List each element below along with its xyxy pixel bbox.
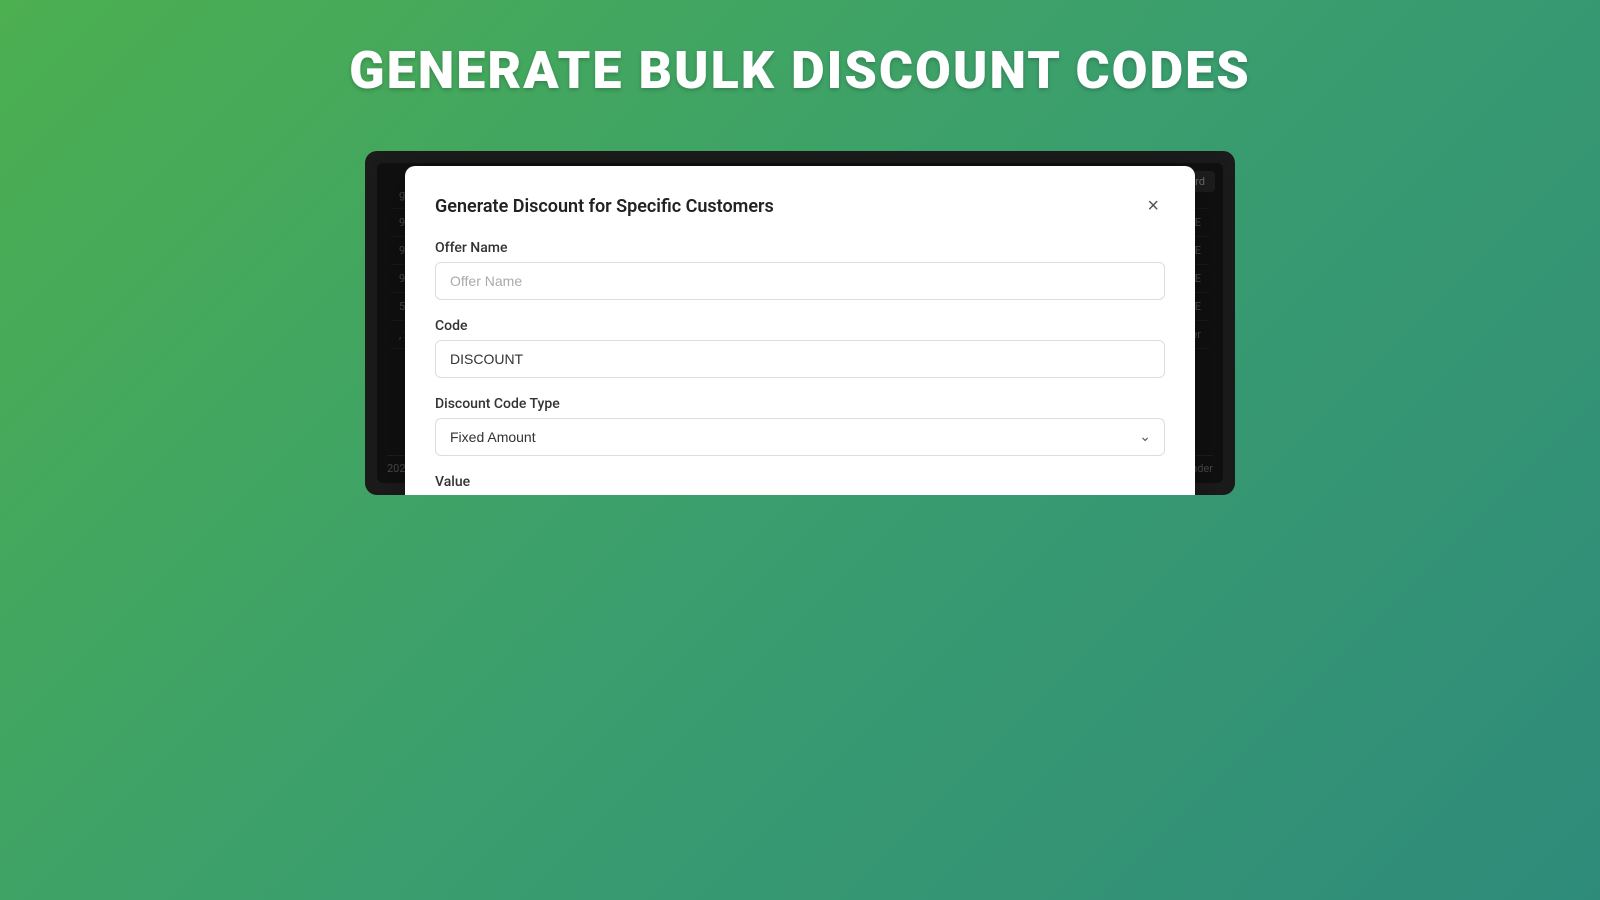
page-title: GENERATE BULK DISCOUNT CODES (349, 40, 1251, 101)
code-label: Code (435, 318, 1165, 334)
modal-header: Generate Discount for Specific Customers… (435, 194, 1165, 218)
discount-type-select-wrapper: Fixed Amount Percentage Free Shipping ⌄ (435, 418, 1165, 456)
code-input[interactable] (435, 340, 1165, 378)
modal-dialog: Generate Discount for Specific Customers… (405, 166, 1195, 495)
modal-close-button[interactable]: × (1141, 194, 1165, 218)
code-group: Code (435, 318, 1165, 378)
discount-type-group: Discount Code Type Fixed Amount Percenta… (435, 396, 1165, 456)
modal-overlay: Generate Discount for Specific Customers… (365, 151, 1235, 495)
offer-name-group: Offer Name (435, 240, 1165, 300)
value-group: Value $ (435, 474, 1165, 495)
offer-name-input[interactable] (435, 262, 1165, 300)
background-panel: Dashboard gin Se 9, 20 Estimate email@gm… (365, 151, 1235, 495)
offer-name-label: Offer Name (435, 240, 1165, 256)
modal-title: Generate Discount for Specific Customers (435, 196, 774, 217)
value-label: Value (435, 474, 1165, 490)
discount-type-label: Discount Code Type (435, 396, 1165, 412)
discount-type-select[interactable]: Fixed Amount Percentage Free Shipping (435, 418, 1165, 456)
